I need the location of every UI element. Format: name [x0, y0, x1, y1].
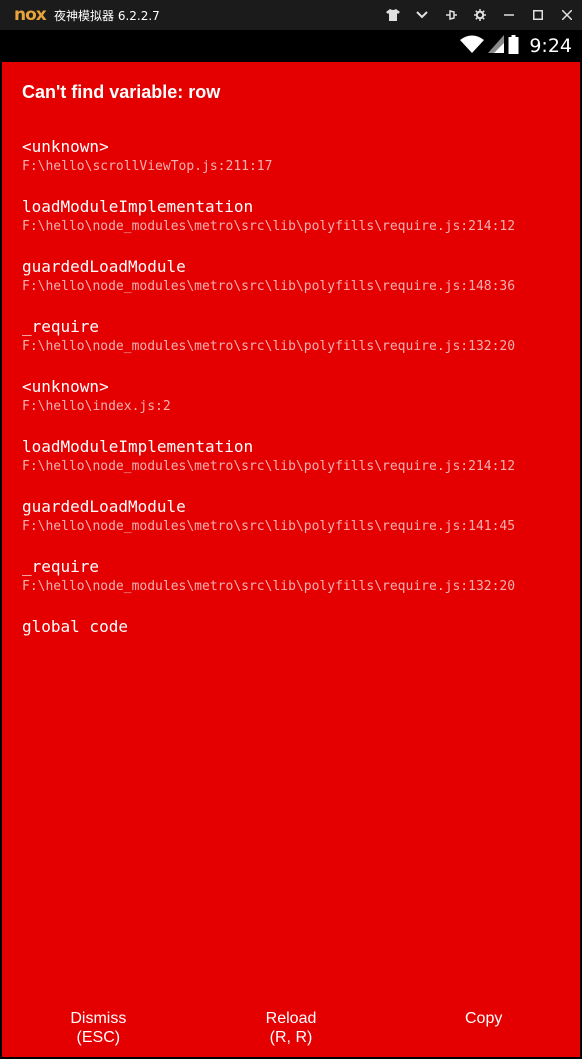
frame-file: F:\hello\index.js:2: [22, 399, 171, 414]
stack-frame[interactable]: <unknown> F:\hello\scrollViewTop.js:211:…: [22, 136, 567, 176]
frame-method: global code: [22, 617, 128, 636]
dismiss-label: Dismiss: [70, 1010, 127, 1027]
wifi-icon: [460, 35, 485, 57]
frame-file: F:\hello\node_modules\metro\src\lib\poly…: [22, 579, 516, 594]
frame-method: _require: [22, 557, 100, 576]
frame-method: <unknown>: [22, 137, 109, 156]
dismiss-shortcut: (ESC): [76, 1029, 121, 1046]
redbox-button-bar: Dismiss (ESC) Reload (R, R) Copy: [2, 1007, 580, 1057]
stack-frame[interactable]: _require F:\hello\node_modules\metro\src…: [22, 316, 567, 356]
reload-label: Reload: [265, 1010, 317, 1027]
android-status-bar: 9:24: [0, 30, 582, 62]
reload-button[interactable]: Reload (R, R): [195, 1007, 388, 1057]
close-icon[interactable]: [553, 0, 581, 30]
frame-method: <unknown>: [22, 377, 109, 396]
stack-frame[interactable]: guardedLoadModule F:\hello\node_modules\…: [22, 496, 567, 536]
gear-icon[interactable]: [466, 0, 494, 30]
chevron-down-icon[interactable]: [408, 0, 436, 30]
frame-file: F:\hello\node_modules\metro\src\lib\poly…: [22, 519, 516, 534]
frame-file: F:\hello\node_modules\metro\src\lib\poly…: [22, 219, 516, 234]
redbox-error-screen: Can't find variable: row <unknown> F:\he…: [2, 62, 580, 1057]
stack-frame[interactable]: guardedLoadModule F:\hello\node_modules\…: [22, 256, 567, 296]
reload-shortcut: (R, R): [269, 1029, 313, 1046]
error-message: Can't find variable: row: [22, 82, 221, 102]
frame-method: loadModuleImplementation: [22, 437, 254, 456]
status-clock: 9:24: [529, 35, 572, 57]
maximize-icon[interactable]: [524, 0, 552, 30]
stack-frame[interactable]: _require F:\hello\node_modules\metro\src…: [22, 556, 567, 596]
copy-button[interactable]: Copy: [387, 1007, 580, 1057]
dismiss-button[interactable]: Dismiss (ESC): [2, 1007, 195, 1057]
frame-method: _require: [22, 317, 100, 336]
frame-method: guardedLoadModule: [22, 257, 186, 276]
frame-file: F:\hello\scrollViewTop.js:211:17: [22, 159, 273, 174]
frame-file: F:\hello\node_modules\metro\src\lib\poly…: [22, 339, 516, 354]
frame-method: guardedLoadModule: [22, 497, 186, 516]
battery-icon: [508, 34, 519, 58]
shirt-icon[interactable]: [379, 0, 407, 30]
copy-label: Copy: [465, 1010, 503, 1027]
status-icons: 9:24: [460, 30, 572, 62]
stack-frame[interactable]: global code: [22, 616, 567, 638]
stack-frame[interactable]: loadModuleImplementation F:\hello\node_m…: [22, 196, 567, 236]
window-controls: [379, 0, 582, 30]
frame-method: loadModuleImplementation: [22, 197, 254, 216]
stack-frame[interactable]: <unknown> F:\hello\index.js:2: [22, 376, 567, 416]
minimize-icon[interactable]: [495, 0, 523, 30]
stack-trace: <unknown> F:\hello\scrollViewTop.js:211:…: [22, 136, 567, 658]
frame-file: F:\hello\node_modules\metro\src\lib\poly…: [22, 279, 516, 294]
pin-icon[interactable]: [437, 0, 465, 30]
frame-file: F:\hello\node_modules\metro\src\lib\poly…: [22, 459, 516, 474]
emulator-titlebar: nox 夜神模拟器 6.2.2.7: [0, 0, 582, 30]
cell-signal-icon: [488, 35, 505, 57]
nox-logo: nox: [14, 5, 47, 25]
window-title: 夜神模拟器 6.2.2.7: [54, 8, 160, 23]
stack-frame[interactable]: loadModuleImplementation F:\hello\node_m…: [22, 436, 567, 476]
